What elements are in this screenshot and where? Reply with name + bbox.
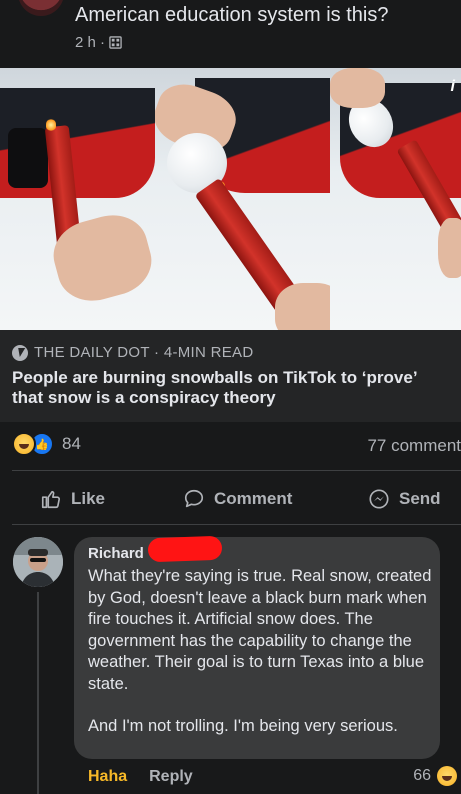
link-headline[interactable]: People are burning snowballs on TikTok t… <box>12 368 452 408</box>
comment-label: Comment <box>214 489 293 508</box>
video-frame-3: i <box>330 68 461 330</box>
link-source-text: THE DAILY DOT · 4-MIN READ <box>34 344 254 361</box>
post-caption: American education system is this? <box>75 4 389 26</box>
thumbs-up-icon <box>41 490 61 509</box>
comment-haha-button[interactable]: Haha <box>88 768 127 786</box>
comment-text: What they're saying is true. Real snow, … <box>88 566 432 759</box>
link-preview[interactable]: THE DAILY DOT · 4-MIN READ People are bu… <box>0 330 461 422</box>
comment-reply-button[interactable]: Reply <box>149 768 193 786</box>
comment-reaction-count: 66 <box>413 767 431 784</box>
like-button[interactable]: Like <box>40 488 105 510</box>
video-frame-2 <box>155 68 330 330</box>
commenter-avatar[interactable] <box>13 537 63 587</box>
comment-paragraph: What they're saying is true. Real snow, … <box>88 567 432 693</box>
reaction-summary[interactable]: 👍 84 <box>12 432 81 456</box>
redaction-mark <box>147 535 223 563</box>
post-meta: 2 h · <box>75 34 122 51</box>
comment-paragraph: And I'm not trolling. I'm being very ser… <box>88 717 398 735</box>
comment-button[interactable]: Comment <box>183 488 292 510</box>
comment-count[interactable]: 77 comment <box>367 436 461 456</box>
publisher-icon <box>12 344 28 361</box>
globe-icon <box>109 36 122 49</box>
thread-line <box>37 592 39 794</box>
comment-bubble: Richard What they're saying is true. Rea… <box>74 535 440 759</box>
like-label: Like <box>71 489 106 508</box>
link-source: THE DAILY DOT · 4-MIN READ <box>12 344 254 361</box>
haha-reaction-icon <box>12 432 36 456</box>
comment-reaction-summary[interactable]: 66 <box>413 766 457 786</box>
send-label: Send <box>399 489 441 508</box>
video-frame-1 <box>0 68 155 330</box>
divider <box>12 470 461 471</box>
poster-avatar[interactable] <box>18 0 64 16</box>
post-header: American education system is this? 2 h · <box>0 0 461 62</box>
messenger-icon <box>369 489 389 509</box>
info-icon[interactable]: i <box>451 78 455 96</box>
comment-icon <box>184 489 204 508</box>
commenter-name[interactable]: Richard <box>88 545 144 562</box>
haha-reaction-icon <box>437 766 457 786</box>
comment-actions: Haha Reply <box>88 768 193 786</box>
divider <box>12 524 461 525</box>
post-timestamp[interactable]: 2 h · <box>75 34 105 51</box>
reaction-count: 84 <box>62 434 81 453</box>
send-button[interactable]: Send <box>368 488 441 510</box>
video-thumbnail[interactable]: i <box>0 68 461 330</box>
